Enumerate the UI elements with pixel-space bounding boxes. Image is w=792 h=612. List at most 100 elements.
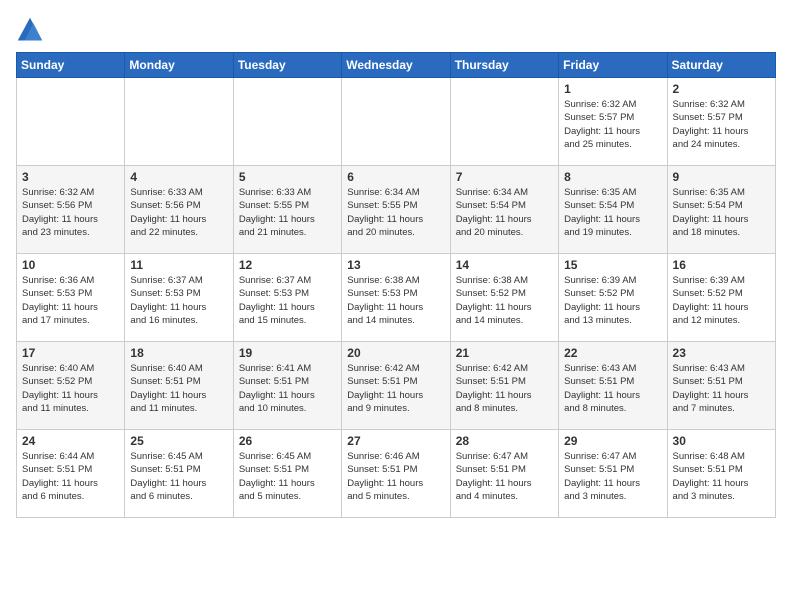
cell-info: Sunrise: 6:38 AM Sunset: 5:53 PM Dayligh…	[347, 274, 444, 327]
day-number: 30	[673, 434, 770, 448]
calendar-cell: 5Sunrise: 6:33 AM Sunset: 5:55 PM Daylig…	[233, 166, 341, 254]
day-number: 25	[130, 434, 227, 448]
calendar-cell: 14 Sunrise: 6:38 AM Sunset: 5:52 PM Dayli…	[450, 254, 558, 342]
calendar-cell: 4 Sunrise: 6:33 AM Sunset: 5:56 PM Daylig…	[125, 166, 233, 254]
day-header-saturday: Saturday	[667, 53, 775, 78]
day-number: 27	[347, 434, 444, 448]
calendar-cell: 11Sunrise: 6:37 AM Sunset: 5:53 PM Dayli…	[125, 254, 233, 342]
cell-info: Sunrise: 6:42 AM Sunset: 5:51 PM Dayligh…	[456, 362, 553, 415]
page-header	[16, 16, 776, 44]
day-number: 9	[673, 170, 770, 184]
calendar-cell: 30 Sunrise: 6:48 AM Sunset: 5:51 PM Dayli…	[667, 430, 775, 518]
cell-info: Sunrise: 6:32 AM Sunset: 5:56 PM Dayligh…	[22, 186, 119, 239]
calendar-cell	[342, 78, 450, 166]
day-number: 4	[130, 170, 227, 184]
day-number: 29	[564, 434, 661, 448]
calendar-cell: 8 Sunrise: 6:35 AM Sunset: 5:54 PM Daylig…	[559, 166, 667, 254]
calendar-header-row: SundayMondayTuesdayWednesdayThursdayFrid…	[17, 53, 776, 78]
day-number: 14	[456, 258, 553, 272]
cell-info: Sunrise: 6:34 AM Sunset: 5:55 PM Dayligh…	[347, 186, 444, 239]
day-number: 22	[564, 346, 661, 360]
calendar-cell: 21 Sunrise: 6:42 AM Sunset: 5:51 PM Dayli…	[450, 342, 558, 430]
calendar-cell: 29 Sunrise: 6:47 AM Sunset: 5:51 PM Dayli…	[559, 430, 667, 518]
day-number: 1	[564, 82, 661, 96]
cell-info: Sunrise: 6:43 AM Sunset: 5:51 PM Dayligh…	[564, 362, 661, 415]
cell-info: Sunrise: 6:44 AM Sunset: 5:51 PM Dayligh…	[22, 450, 119, 503]
logo	[16, 16, 48, 44]
calendar-cell: 2 Sunrise: 6:32 AM Sunset: 5:57 PM Daylig…	[667, 78, 775, 166]
cell-info: Sunrise: 6:47 AM Sunset: 5:51 PM Dayligh…	[564, 450, 661, 503]
cell-info: Sunrise: 6:48 AM Sunset: 5:51 PM Dayligh…	[673, 450, 770, 503]
day-header-wednesday: Wednesday	[342, 53, 450, 78]
cell-info: Sunrise: 6:39 AM Sunset: 5:52 PM Dayligh…	[673, 274, 770, 327]
day-number: 2	[673, 82, 770, 96]
calendar-cell: 10 Sunrise: 6:36 AM Sunset: 5:53 PM Dayli…	[17, 254, 125, 342]
day-header-tuesday: Tuesday	[233, 53, 341, 78]
cell-info: Sunrise: 6:40 AM Sunset: 5:52 PM Dayligh…	[22, 362, 119, 415]
calendar: SundayMondayTuesdayWednesdayThursdayFrid…	[16, 52, 776, 518]
calendar-cell: 28 Sunrise: 6:47 AM Sunset: 5:51 PM Dayli…	[450, 430, 558, 518]
cell-info: Sunrise: 6:43 AM Sunset: 5:51 PM Dayligh…	[673, 362, 770, 415]
calendar-cell	[450, 78, 558, 166]
day-number: 23	[673, 346, 770, 360]
day-number: 28	[456, 434, 553, 448]
calendar-cell: 24 Sunrise: 6:44 AM Sunset: 5:51 PM Dayli…	[17, 430, 125, 518]
day-number: 6	[347, 170, 444, 184]
day-number: 18	[130, 346, 227, 360]
calendar-cell: 12Sunrise: 6:37 AM Sunset: 5:53 PM Dayli…	[233, 254, 341, 342]
cell-info: Sunrise: 6:39 AM Sunset: 5:52 PM Dayligh…	[564, 274, 661, 327]
day-number: 5	[239, 170, 336, 184]
day-number: 10	[22, 258, 119, 272]
cell-info: Sunrise: 6:47 AM Sunset: 5:51 PM Dayligh…	[456, 450, 553, 503]
cell-info: Sunrise: 6:33 AM Sunset: 5:56 PM Dayligh…	[130, 186, 227, 239]
day-number: 19	[239, 346, 336, 360]
cell-info: Sunrise: 6:42 AM Sunset: 5:51 PM Dayligh…	[347, 362, 444, 415]
calendar-cell: 9 Sunrise: 6:35 AM Sunset: 5:54 PM Daylig…	[667, 166, 775, 254]
cell-info: Sunrise: 6:36 AM Sunset: 5:53 PM Dayligh…	[22, 274, 119, 327]
calendar-week-3: 10 Sunrise: 6:36 AM Sunset: 5:53 PM Dayli…	[17, 254, 776, 342]
cell-info: Sunrise: 6:45 AM Sunset: 5:51 PM Dayligh…	[130, 450, 227, 503]
calendar-cell: 1 Sunrise: 6:32 AM Sunset: 5:57 PM Daylig…	[559, 78, 667, 166]
cell-info: Sunrise: 6:35 AM Sunset: 5:54 PM Dayligh…	[564, 186, 661, 239]
calendar-cell: 22 Sunrise: 6:43 AM Sunset: 5:51 PM Dayli…	[559, 342, 667, 430]
cell-info: Sunrise: 6:40 AM Sunset: 5:51 PM Dayligh…	[130, 362, 227, 415]
calendar-cell	[125, 78, 233, 166]
calendar-cell	[233, 78, 341, 166]
cell-info: Sunrise: 6:45 AM Sunset: 5:51 PM Dayligh…	[239, 450, 336, 503]
cell-info: Sunrise: 6:32 AM Sunset: 5:57 PM Dayligh…	[564, 98, 661, 151]
day-number: 26	[239, 434, 336, 448]
day-number: 7	[456, 170, 553, 184]
day-number: 11	[130, 258, 227, 272]
calendar-week-5: 24 Sunrise: 6:44 AM Sunset: 5:51 PM Dayli…	[17, 430, 776, 518]
day-number: 3	[22, 170, 119, 184]
calendar-week-1: 1 Sunrise: 6:32 AM Sunset: 5:57 PM Daylig…	[17, 78, 776, 166]
day-number: 8	[564, 170, 661, 184]
calendar-cell: 25 Sunrise: 6:45 AM Sunset: 5:51 PM Dayli…	[125, 430, 233, 518]
calendar-cell: 17Sunrise: 6:40 AM Sunset: 5:52 PM Dayli…	[17, 342, 125, 430]
calendar-cell: 13 Sunrise: 6:38 AM Sunset: 5:53 PM Dayli…	[342, 254, 450, 342]
calendar-cell: 6 Sunrise: 6:34 AM Sunset: 5:55 PM Daylig…	[342, 166, 450, 254]
day-number: 21	[456, 346, 553, 360]
day-number: 16	[673, 258, 770, 272]
cell-info: Sunrise: 6:38 AM Sunset: 5:52 PM Dayligh…	[456, 274, 553, 327]
cell-info: Sunrise: 6:32 AM Sunset: 5:57 PM Dayligh…	[673, 98, 770, 151]
day-number: 20	[347, 346, 444, 360]
cell-info: Sunrise: 6:46 AM Sunset: 5:51 PM Dayligh…	[347, 450, 444, 503]
calendar-cell: 27 Sunrise: 6:46 AM Sunset: 5:51 PM Dayli…	[342, 430, 450, 518]
cell-info: Sunrise: 6:35 AM Sunset: 5:54 PM Dayligh…	[673, 186, 770, 239]
day-number: 15	[564, 258, 661, 272]
cell-info: Sunrise: 6:34 AM Sunset: 5:54 PM Dayligh…	[456, 186, 553, 239]
day-header-friday: Friday	[559, 53, 667, 78]
calendar-cell: 15 Sunrise: 6:39 AM Sunset: 5:52 PM Dayli…	[559, 254, 667, 342]
day-header-sunday: Sunday	[17, 53, 125, 78]
calendar-week-2: 3 Sunrise: 6:32 AM Sunset: 5:56 PM Daylig…	[17, 166, 776, 254]
calendar-cell: 16 Sunrise: 6:39 AM Sunset: 5:52 PM Dayli…	[667, 254, 775, 342]
day-header-thursday: Thursday	[450, 53, 558, 78]
calendar-cell	[17, 78, 125, 166]
day-number: 24	[22, 434, 119, 448]
calendar-cell: 3 Sunrise: 6:32 AM Sunset: 5:56 PM Daylig…	[17, 166, 125, 254]
day-number: 13	[347, 258, 444, 272]
logo-icon	[16, 16, 44, 44]
calendar-cell: 26 Sunrise: 6:45 AM Sunset: 5:51 PM Dayli…	[233, 430, 341, 518]
calendar-cell: 7 Sunrise: 6:34 AM Sunset: 5:54 PM Daylig…	[450, 166, 558, 254]
